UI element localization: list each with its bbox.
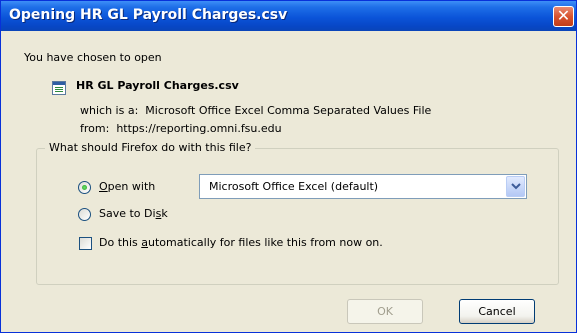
auto-checkbox[interactable] bbox=[79, 237, 92, 250]
file-type-value: Microsoft Office Excel Comma Separated V… bbox=[145, 104, 432, 117]
dropdown-button[interactable] bbox=[506, 176, 525, 197]
file-type-prefix: which is a: bbox=[80, 104, 139, 117]
file-source-row: from: https://reporting.omni.fsu.edu bbox=[80, 122, 282, 135]
application-select-value: Microsoft Office Excel (default) bbox=[209, 180, 379, 193]
open-with-radio[interactable] bbox=[78, 181, 91, 194]
file-source-value: https://reporting.omni.fsu.edu bbox=[116, 122, 282, 135]
file-name: HR GL Payroll Charges.csv bbox=[76, 79, 239, 92]
download-dialog: Opening HR GL Payroll Charges.csv ✕ You … bbox=[0, 0, 577, 333]
save-to-disk-radio[interactable] bbox=[78, 208, 91, 221]
chevron-down-icon bbox=[511, 183, 521, 190]
intro-text: You have chosen to open bbox=[24, 51, 162, 64]
auto-checkbox-label[interactable]: Do this automatically for files like thi… bbox=[99, 236, 383, 249]
open-with-label[interactable]: Open with bbox=[99, 180, 155, 193]
action-group-legend: What should Firefox do with this file? bbox=[45, 141, 256, 154]
dialog-title: Opening HR GL Payroll Charges.csv bbox=[9, 7, 288, 23]
file-type-row: which is a: Microsoft Office Excel Comma… bbox=[80, 104, 431, 117]
close-button[interactable]: ✕ bbox=[553, 6, 574, 27]
ok-button[interactable]: OK bbox=[347, 299, 423, 324]
application-select[interactable]: Microsoft Office Excel (default) bbox=[199, 174, 527, 199]
cancel-button[interactable]: Cancel bbox=[459, 299, 535, 324]
file-source-prefix: from: bbox=[80, 122, 110, 135]
title-bar[interactable]: Opening HR GL Payroll Charges.csv ✕ bbox=[1, 1, 576, 31]
excel-csv-file-icon bbox=[52, 81, 66, 95]
close-icon: ✕ bbox=[556, 6, 571, 25]
save-to-disk-label[interactable]: Save to Disk bbox=[99, 207, 168, 220]
